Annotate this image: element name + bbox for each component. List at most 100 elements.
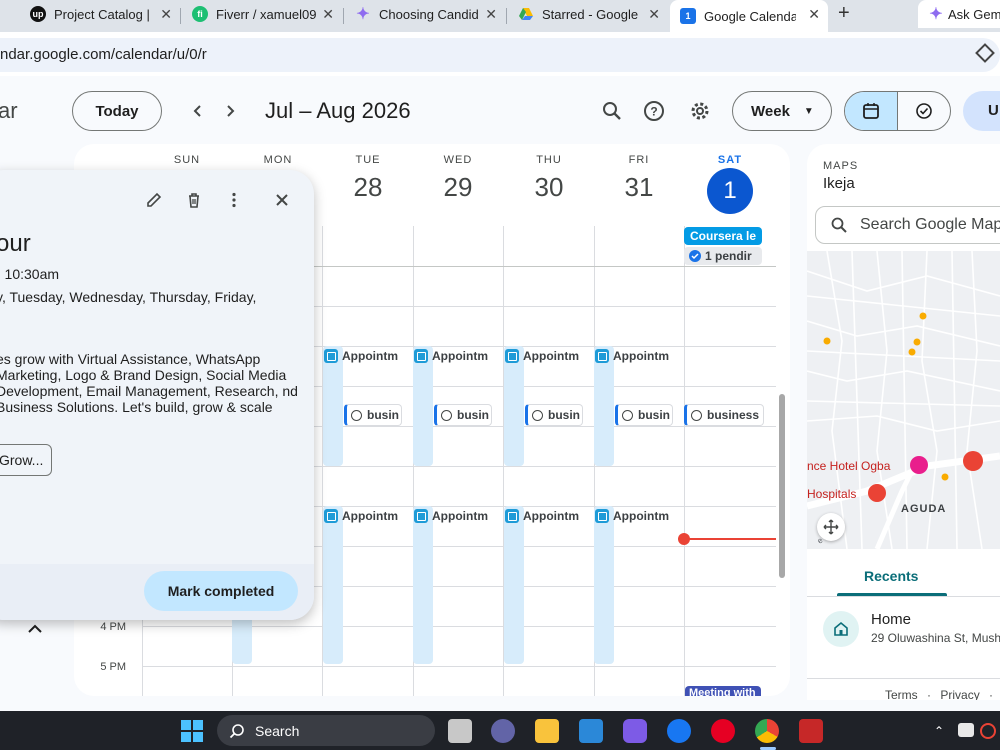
recenter-button[interactable] [817,513,845,541]
day-header-sat[interactable]: SAT 1 [685,144,775,214]
browser-tab[interactable]: ✦ Choosing Candid ✕ [345,0,505,28]
pending-tasks-chip[interactable]: 1 pendir [684,247,762,265]
day-number[interactable]: 28 [323,170,413,204]
day-number[interactable]: 31 [594,170,684,204]
appointment-event[interactable]: Appointm [414,506,494,526]
close-icon[interactable]: ✕ [160,6,172,23]
appointment-icon [324,349,338,363]
tray-icon[interactable] [958,723,974,737]
appointment-event[interactable]: Appointm [595,346,675,366]
sync-icon[interactable] [980,723,996,739]
maps-search-input[interactable]: Search Google Maps [815,206,1000,244]
close-icon[interactable]: ✕ [322,6,334,23]
browser-tab-strip: up Project Catalog | ✕ fi Fiverr / xamue… [0,0,1000,32]
url-field[interactable]: ndar.google.com/calendar/u/0/r [0,38,1000,72]
maps-location: Ikeja [823,175,855,192]
event-chip[interactable]: Meeting with [685,686,761,696]
tasks-view-toggle[interactable] [898,92,950,130]
terms-link[interactable]: Terms [885,688,918,700]
windows-start-icon[interactable] [180,719,204,743]
task-circle-icon [351,409,362,421]
event-block[interactable] [413,506,433,664]
map-label-hotel[interactable]: nce Hotel Ogba [807,459,890,473]
delete-icon[interactable] [182,188,206,212]
task-chip[interactable]: busin [344,404,402,426]
taskbar-search[interactable]: Search [217,715,435,746]
facebook-icon[interactable] [667,719,691,743]
chevron-up-icon[interactable] [26,620,44,643]
event-title: our [0,230,31,257]
appointment-event[interactable]: Appointm [414,346,494,366]
maps-side-panel: MAPS Ikeja Search Google Maps nce Hotel … [807,144,1000,700]
day-header-mon[interactable]: MON [233,144,323,166]
edit-icon[interactable] [142,188,166,212]
meet-chat-icon[interactable] [491,719,515,743]
map-label-hospital[interactable]: Hospitals [807,487,856,501]
calendar-view-toggle[interactable] [845,92,898,130]
day-number[interactable]: 30 [504,170,594,204]
link-chip[interactable]: Grow... [0,444,52,476]
file-explorer-icon[interactable] [535,719,559,743]
recents-tab[interactable]: Recents [864,568,918,584]
browser-tab[interactable]: fi Fiverr / xamuel09 ✕ [182,0,342,28]
browser-tab[interactable]: up Project Catalog | ✕ [4,0,180,28]
today-button[interactable]: Today [72,91,162,131]
close-icon[interactable] [270,188,294,212]
task-chip[interactable]: busin [434,404,492,426]
event-description: es grow with Virtual Assistance, WhatsAp… [0,351,298,415]
day-header-fri[interactable]: FRI 31 [594,144,684,204]
search-icon[interactable] [596,95,628,127]
privacy-link[interactable]: Privacy [940,688,979,700]
day-number[interactable]: 29 [413,170,503,204]
event-block[interactable] [323,506,343,664]
home-title[interactable]: Home [871,611,911,628]
close-icon[interactable]: ✕ [808,6,820,23]
chevron-up-icon[interactable]: ⌃ [934,724,944,738]
event-block[interactable] [504,506,524,664]
browser-tab-active[interactable]: 1 Google Calendar ✕ [670,0,828,32]
appointment-event[interactable]: Appointm [324,506,404,526]
new-tab-button[interactable]: + [838,2,850,25]
pinterest-icon[interactable] [711,719,735,743]
address-bar: ndar.google.com/calendar/u/0/r [0,32,1000,76]
check-circle-icon [689,250,701,262]
task-chip[interactable]: busin [615,404,673,426]
view-selector[interactable]: Week ▼ [732,91,832,131]
gear-icon[interactable] [684,95,716,127]
map-view[interactable]: nce Hotel Ogba Hospitals AGUDA e Rd [807,251,1000,549]
chevron-left-icon[interactable] [182,95,214,127]
chrome-icon[interactable] [755,719,779,743]
tab-title: Choosing Candid [379,6,479,22]
help-icon[interactable]: ? [638,95,670,127]
upwork-icon: up [30,6,46,22]
event-block[interactable] [594,506,614,664]
allday-event-chip[interactable]: Coursera le [684,227,762,245]
svg-text:?: ? [650,105,657,119]
day-header-sun[interactable]: SUN [142,144,232,166]
task-chip[interactable]: business [684,404,764,426]
today-day-number[interactable]: 1 [707,168,753,214]
appointment-event[interactable]: Appointm [505,506,585,526]
app-icon[interactable] [799,719,823,743]
scrollbar-thumb[interactable] [779,394,785,578]
chevron-right-icon[interactable] [214,95,246,127]
browser-tab[interactable]: Starred - Google ✕ [508,0,668,28]
appointment-event[interactable]: Appointm [505,346,585,366]
store-icon[interactable] [579,719,603,743]
date-range-title: Jul – Aug 2026 [265,98,411,123]
close-icon[interactable]: ✕ [485,6,497,23]
more-vert-icon[interactable] [222,188,246,212]
day-header-wed[interactable]: WED 29 [413,144,503,204]
calendar-icon: 1 [680,8,696,24]
day-header-thu[interactable]: THU 30 [504,144,594,204]
mark-completed-button[interactable]: Mark completed [144,571,298,611]
task-chip[interactable]: busin [525,404,583,426]
copilot-icon[interactable] [623,719,647,743]
appointment-event[interactable]: Appointm [324,346,404,366]
close-icon[interactable]: ✕ [648,6,660,23]
day-header-tue[interactable]: TUE 28 [323,144,413,204]
appointment-event[interactable]: Appointm [595,506,675,526]
browser-tab[interactable]: ✦ Ask Gem [918,0,1000,28]
task-view-icon[interactable] [448,719,472,743]
upgrade-button[interactable]: U [963,91,1000,131]
